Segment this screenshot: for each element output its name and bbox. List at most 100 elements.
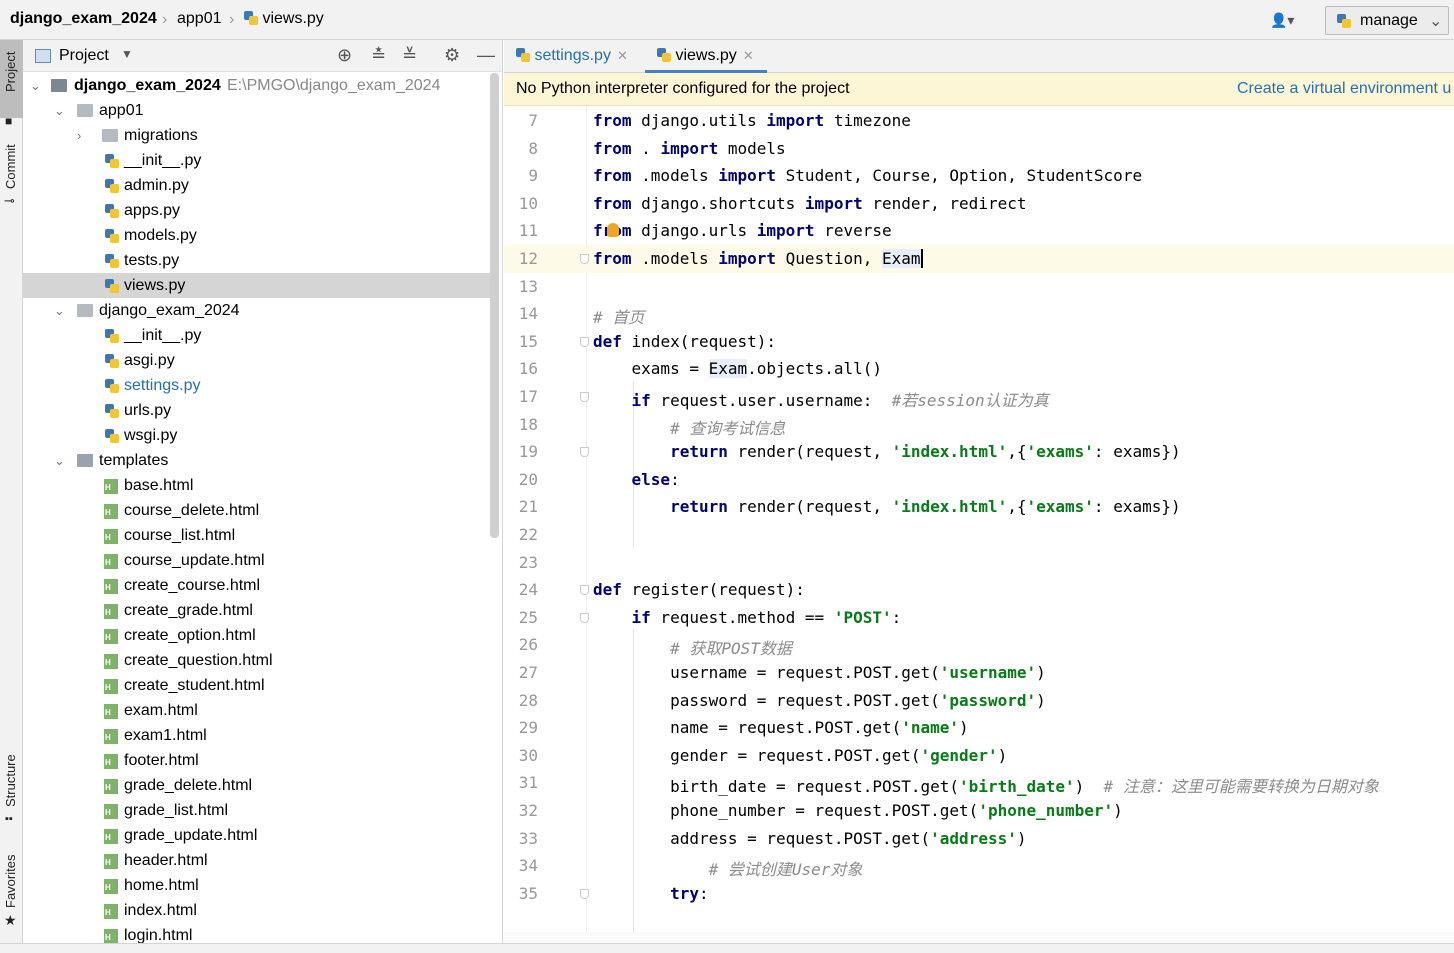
tool-tab-project-label: Project (3, 51, 18, 92)
tree-item[interactable]: › migrations (23, 123, 493, 148)
python-icon (1337, 14, 1351, 28)
tree-item[interactable]: grade_list.html (23, 798, 493, 823)
breadcrumb-folder[interactable]: app01 (177, 10, 222, 28)
tab-views[interactable]: views.py ✕ (645, 40, 767, 73)
tree-item[interactable]: ⌄ templates (23, 448, 493, 473)
tree-item[interactable]: ⌄ django_exam_2024 (23, 298, 493, 323)
fold-marker-icon[interactable] (580, 336, 589, 347)
tree-item[interactable]: grade_delete.html (23, 773, 493, 798)
close-icon[interactable]: ✕ (743, 48, 754, 63)
tree-item[interactable]: tests.py (23, 248, 493, 273)
python-file-icon (105, 429, 119, 443)
expand-all-icon[interactable]: ≛ (371, 45, 386, 66)
code-line: 15 def index(request): (504, 328, 1454, 356)
fold-marker-icon[interactable] (580, 447, 589, 458)
line-number: 17 (518, 387, 538, 406)
tree-item[interactable]: apps.py (23, 198, 493, 223)
tree-item[interactable]: admin.py (23, 173, 493, 198)
tree-item[interactable]: create_course.html (23, 573, 493, 598)
close-icon[interactable]: ✕ (617, 48, 628, 63)
tree-item[interactable]: models.py (23, 223, 493, 248)
tab-settings-label: settings.py (534, 47, 611, 64)
line-number: 27 (518, 663, 538, 682)
project-view-selector[interactable]: Project (59, 47, 109, 65)
tree-item[interactable]: base.html (23, 473, 493, 498)
tool-tab-favorites-label: Favorites (3, 854, 18, 908)
collapse-all-icon[interactable]: ≚ (402, 45, 417, 66)
tree-item[interactable]: exam.html (23, 698, 493, 723)
user-icon[interactable]: 👤▾ (1270, 12, 1294, 29)
locate-icon[interactable]: ⊕ (337, 45, 352, 66)
tree-item[interactable]: ⌄ app01 (23, 98, 493, 123)
tree-item-label: create_student.html (124, 677, 265, 694)
tab-settings[interactable]: settings.py ✕ (516, 40, 628, 73)
chevron-down-icon[interactable]: ⌄ (54, 298, 65, 323)
tree-item[interactable]: create_option.html (23, 623, 493, 648)
python-file-icon (105, 254, 119, 268)
chevron-down-icon[interactable]: ⌄ (54, 448, 65, 473)
html-file-icon (104, 779, 118, 794)
tree-item[interactable]: create_grade.html (23, 598, 493, 623)
star-icon: ★ (4, 912, 17, 928)
tree-item[interactable]: exam1.html (23, 723, 493, 748)
tree-item[interactable]: __init__.py (23, 323, 493, 348)
chevron-right-icon[interactable]: › (77, 123, 81, 148)
tree-item-label: login.html (124, 927, 193, 943)
fold-marker-icon[interactable] (580, 585, 589, 596)
fold-marker-icon[interactable] (580, 392, 589, 402)
tree-item[interactable]: index.html (23, 898, 493, 923)
tool-tab-structure-label: Structure (3, 754, 18, 807)
tree-item-label: django_exam_2024 (99, 302, 240, 319)
hide-panel-icon[interactable]: — (477, 45, 495, 66)
tool-tab-commit-label: Commit (3, 144, 18, 189)
tree-item[interactable]: settings.py (23, 373, 493, 398)
code-line: 35 try: (504, 880, 1454, 908)
fold-marker-icon[interactable] (580, 254, 589, 264)
tree-item[interactable]: urls.py (23, 398, 493, 423)
tree-item[interactable]: wsgi.py (23, 423, 493, 448)
create-venv-link[interactable]: Create a virtual environment u (1237, 73, 1451, 105)
tree-item[interactable]: create_student.html (23, 673, 493, 698)
tree-item-selected[interactable]: views.py (23, 273, 493, 298)
breadcrumb-file[interactable]: views.py (244, 10, 324, 28)
tree-item-label: models.py (124, 227, 197, 244)
tree-item[interactable]: login.html (23, 923, 493, 943)
tree-item[interactable]: __init__.py (23, 148, 493, 173)
lightbulb-icon[interactable] (607, 223, 619, 238)
tool-tab-structure[interactable]: Structure ▪▪ (0, 745, 23, 835)
tree-item[interactable]: header.html (23, 848, 493, 873)
tree-item[interactable]: footer.html (23, 748, 493, 773)
structure-icon: ▪▪ (5, 813, 13, 825)
tool-tab-project[interactable]: Project ■ (0, 40, 23, 128)
tool-tab-commit[interactable]: Commit ⊸ (0, 135, 23, 215)
package-icon (77, 304, 93, 317)
tree-root[interactable]: ⌄ django_exam_2024 E:\PMGO\django_exam_2… (23, 73, 493, 98)
chevron-down-icon[interactable]: ▼ (121, 47, 133, 61)
chevron-down-icon[interactable]: ⌄ (54, 98, 65, 123)
line-number: 26 (518, 635, 538, 655)
code-editor[interactable]: 7 from django.utils import timezone 8 from… (504, 107, 1454, 943)
tree-item[interactable]: course_update.html (23, 548, 493, 573)
editor-horizontal-scrollbar[interactable] (504, 932, 1454, 943)
tree-item[interactable]: home.html (23, 873, 493, 898)
tree-scrollbar[interactable] (490, 73, 499, 538)
editor-area: settings.py ✕ views.py ✕ No Python interpr… (504, 40, 1454, 943)
fold-marker-icon[interactable] (580, 612, 589, 623)
breadcrumb-project[interactable]: django_exam_2024 (10, 10, 157, 28)
gear-icon[interactable]: ⚙ (444, 45, 460, 66)
fold-marker-icon[interactable] (580, 888, 589, 899)
run-configuration-label: manage (1360, 12, 1418, 29)
tree-item[interactable]: course_list.html (23, 523, 493, 548)
tree-item[interactable]: grade_update.html (23, 823, 493, 848)
chevron-down-icon[interactable]: ⌄ (30, 73, 41, 98)
html-file-icon (104, 904, 118, 919)
tree-item[interactable]: create_question.html (23, 648, 493, 673)
tree-item-label: index.html (124, 902, 197, 919)
tree-item[interactable]: asgi.py (23, 348, 493, 373)
tree-item[interactable]: course_delete.html (23, 498, 493, 523)
line-number: 25 (518, 607, 538, 627)
tool-tab-favorites[interactable]: Favorites ★ (0, 850, 23, 935)
tree-item-label: grade_delete.html (124, 777, 253, 794)
run-configuration-dropdown[interactable]: manage ⌄ (1325, 6, 1449, 35)
tree-item-label: create_option.html (124, 627, 256, 644)
